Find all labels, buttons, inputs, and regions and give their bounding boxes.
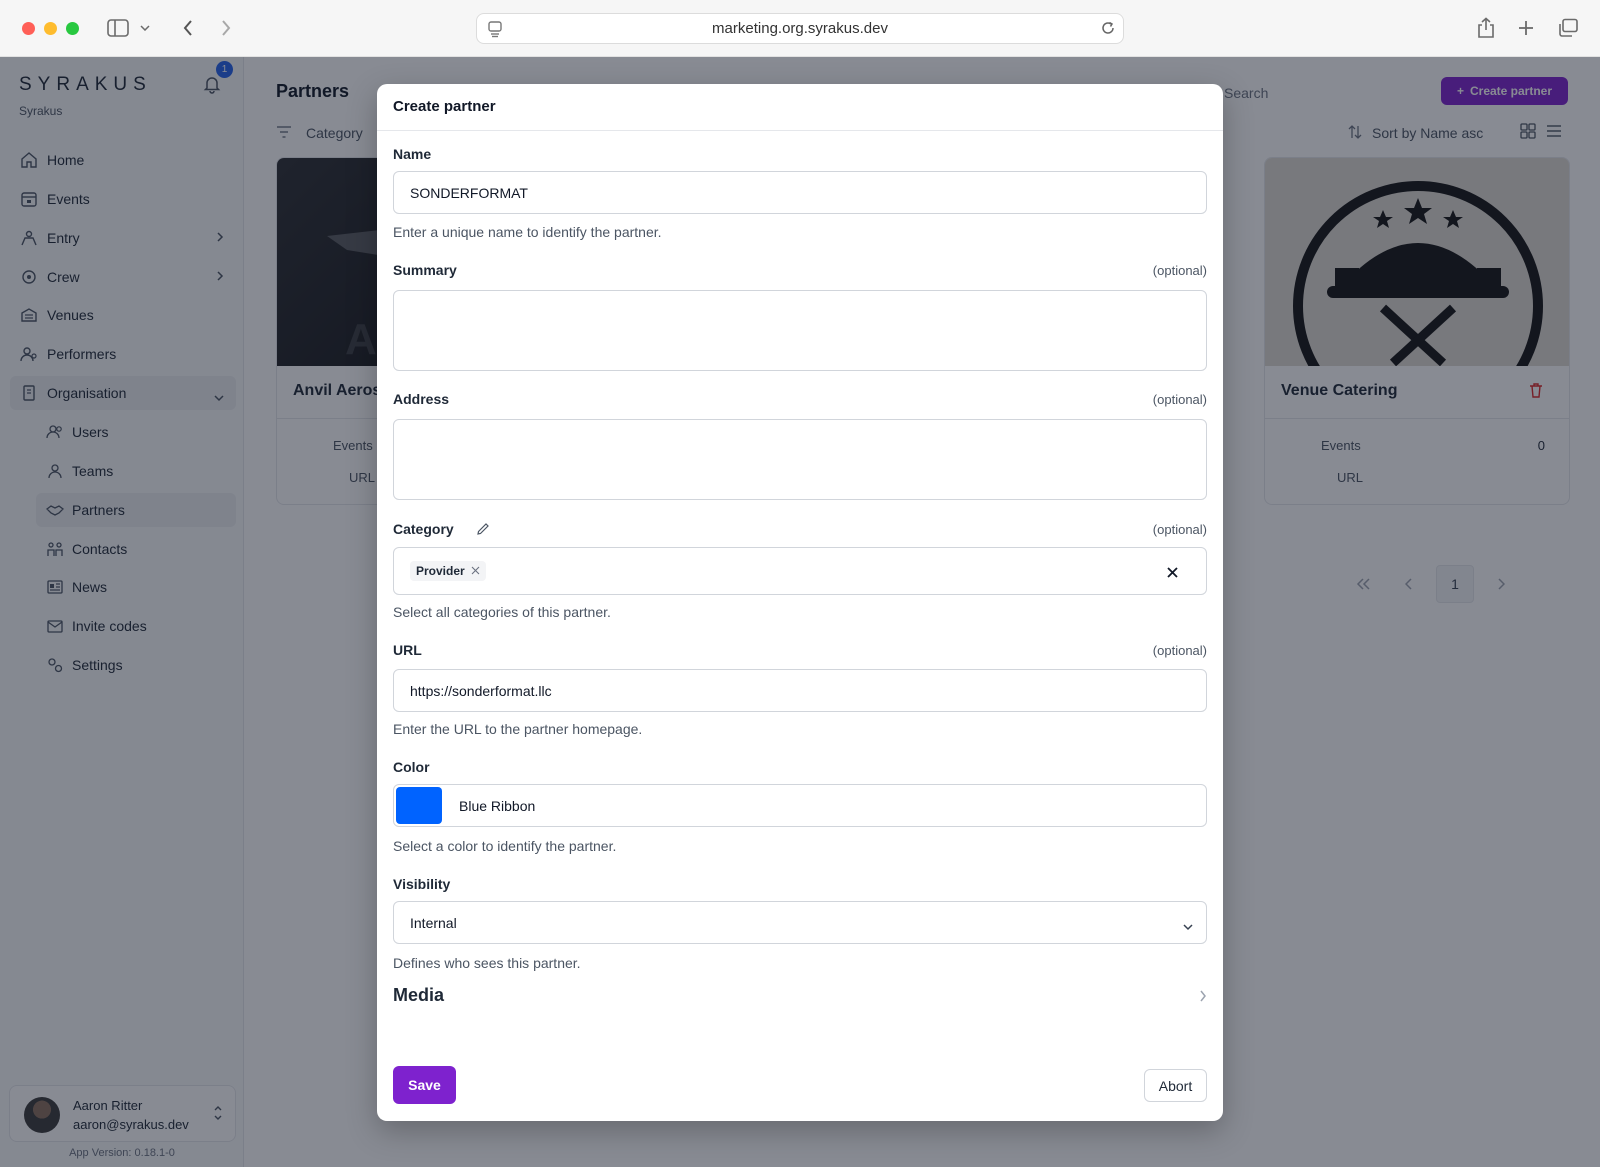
close-window-button[interactable] bbox=[22, 22, 35, 35]
media-section-toggle[interactable]: Media bbox=[393, 985, 444, 1006]
forward-icon[interactable] bbox=[214, 16, 238, 40]
summary-label: Summary bbox=[393, 262, 457, 278]
optional-hint: (optional) bbox=[1152, 522, 1207, 537]
create-partner-dialog: Create partner Name SONDERFORMAT Enter a… bbox=[377, 84, 1223, 1121]
dialog-title: Create partner bbox=[393, 98, 496, 115]
name-field[interactable]: SONDERFORMAT bbox=[393, 171, 1207, 214]
category-chip-label: Provider bbox=[416, 564, 465, 578]
url-help: Enter the URL to the partner homepage. bbox=[393, 721, 643, 737]
color-help: Select a color to identify the partner. bbox=[393, 838, 617, 854]
address-field[interactable] bbox=[393, 419, 1207, 500]
new-tab-icon[interactable] bbox=[1514, 16, 1538, 40]
share-icon[interactable] bbox=[1474, 16, 1498, 40]
color-label: Color bbox=[393, 759, 430, 775]
chevron-right-icon[interactable] bbox=[1199, 989, 1207, 1006]
name-help: Enter a unique name to identify the part… bbox=[393, 224, 662, 240]
optional-hint: (optional) bbox=[1152, 392, 1207, 407]
zoom-window-button[interactable] bbox=[66, 22, 79, 35]
category-label: Category bbox=[393, 521, 454, 537]
browser-toolbar: marketing.org.syrakus.dev bbox=[0, 0, 1600, 57]
minimize-window-button[interactable] bbox=[44, 22, 57, 35]
reload-icon[interactable] bbox=[1099, 19, 1117, 41]
remove-chip-icon[interactable] bbox=[471, 564, 480, 578]
optional-hint: (optional) bbox=[1152, 263, 1207, 278]
url-label: URL bbox=[393, 642, 422, 658]
clear-icon[interactable] bbox=[1167, 565, 1178, 581]
visibility-help: Defines who sees this partner. bbox=[393, 955, 581, 971]
name-label: Name bbox=[393, 146, 432, 162]
sidebar-toggle-icon[interactable] bbox=[106, 16, 130, 40]
color-swatch[interactable] bbox=[396, 787, 442, 824]
summary-field[interactable] bbox=[393, 290, 1207, 371]
color-picker[interactable]: Blue Ribbon bbox=[393, 784, 1207, 827]
url-value: https://sonderformat.llc bbox=[410, 682, 552, 699]
category-select[interactable]: Provider bbox=[393, 547, 1207, 595]
visibility-select[interactable]: Internal bbox=[393, 901, 1207, 944]
address-label: Address bbox=[393, 391, 450, 407]
dialog-header: Create partner bbox=[377, 84, 1223, 131]
name-value: SONDERFORMAT bbox=[410, 184, 528, 201]
optional-hint: (optional) bbox=[1152, 643, 1207, 658]
url-field[interactable]: https://sonderformat.llc bbox=[393, 669, 1207, 712]
site-settings-icon[interactable] bbox=[487, 20, 503, 42]
chevron-down-icon[interactable] bbox=[138, 16, 152, 40]
pencil-icon[interactable] bbox=[476, 522, 490, 539]
address-bar[interactable]: marketing.org.syrakus.dev bbox=[476, 13, 1124, 44]
color-name: Blue Ribbon bbox=[459, 797, 536, 814]
abort-button[interactable]: Abort bbox=[1144, 1069, 1207, 1102]
category-chip: Provider bbox=[410, 561, 486, 581]
category-help: Select all categories of this partner. bbox=[393, 604, 611, 620]
tab-overview-icon[interactable] bbox=[1556, 16, 1580, 40]
save-button[interactable]: Save bbox=[393, 1066, 456, 1104]
back-icon[interactable] bbox=[176, 16, 200, 40]
visibility-label: Visibility bbox=[393, 876, 451, 892]
chevron-down-icon bbox=[1182, 918, 1194, 934]
visibility-value: Internal bbox=[410, 914, 457, 931]
url-text: marketing.org.syrakus.dev bbox=[712, 20, 888, 37]
